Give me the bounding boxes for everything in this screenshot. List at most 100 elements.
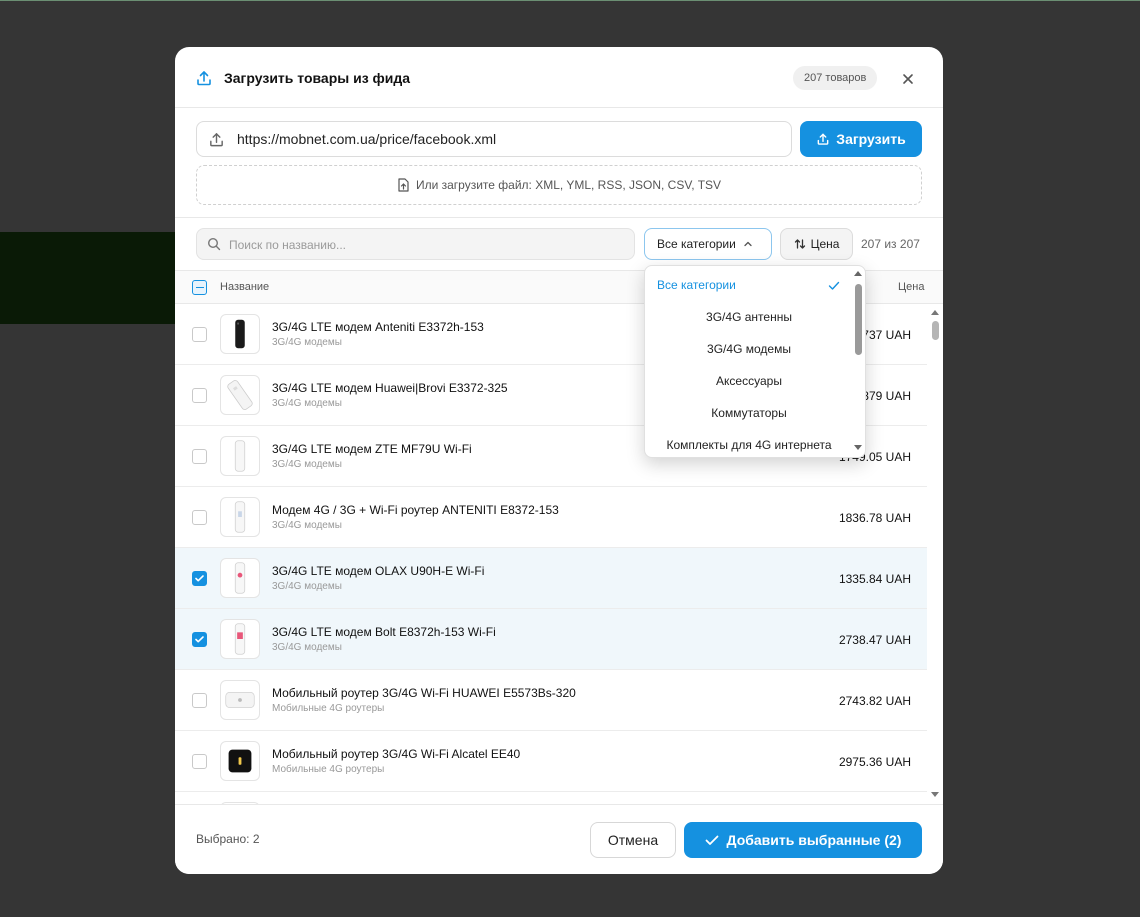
product-category: 3G/4G модемы	[272, 398, 342, 409]
feed-url-value[interactable]: https://mobnet.com.ua/price/facebook.xml	[237, 131, 496, 147]
total-count-badge: 207 товаров	[793, 66, 878, 90]
dropdown-scroll-up-icon[interactable]	[854, 271, 862, 276]
row-checkbox[interactable]	[192, 327, 207, 342]
product-category: Мобильные 4G роутеры	[272, 703, 385, 714]
row-checkbox[interactable]	[192, 632, 207, 647]
category-option-label: Комплекты для 4G интернета	[666, 438, 832, 452]
dropdown-scroll-down-icon[interactable]	[854, 445, 862, 450]
table-row[interactable]: Мобильный роутер 3G/4G Wi-Fi Alcatel EE4…	[175, 731, 927, 792]
feed-url-field[interactable]: https://mobnet.com.ua/price/facebook.xml	[196, 121, 792, 157]
file-drop-zone[interactable]: Или загрузите файл: XML, YML, RSS, JSON,…	[196, 165, 922, 205]
upload-icon	[817, 133, 829, 145]
category-option-switches[interactable]: Коммутаторы	[645, 397, 853, 429]
category-filter-button[interactable]: Все категории	[644, 228, 772, 260]
column-header-name: Название	[220, 281, 270, 293]
product-name: 3G/4G LTE модем OLAX U90H-E Wi-Fi	[272, 564, 485, 578]
upload-icon	[197, 71, 211, 86]
search-icon	[207, 237, 221, 251]
category-dropdown: Все категории 3G/4G антенны 3G/4G модемы…	[644, 265, 866, 458]
modal-header: Загрузить товары из фида 207 товаров	[175, 47, 943, 108]
product-name: 3G/4G LTE модем Anteniti E3372h-153	[272, 320, 484, 334]
product-thumbnail	[220, 680, 260, 720]
category-filter-label: Все категории	[657, 237, 736, 251]
table-row[interactable]: 3G/4G LTE модем Bolt E8372h-153 Wi-Fi 3G…	[175, 609, 927, 670]
price-sort-button[interactable]: Цена	[780, 228, 853, 260]
close-icon[interactable]	[897, 68, 919, 90]
usb-modem-image	[234, 623, 246, 655]
result-count: 207 из 207	[861, 237, 920, 251]
product-name: 3G/4G LTE модем ZTE MF79U Wi-Fi	[272, 442, 472, 456]
product-category: 3G/4G модемы	[272, 642, 342, 653]
product-price: 1836.78 UAH	[838, 511, 911, 525]
column-header-price: Цена	[898, 281, 925, 293]
search-input[interactable]	[229, 235, 619, 255]
product-name: 3G/4G LTE модем Huawei|Brovi E3372-325	[272, 381, 508, 395]
product-thumbnail	[220, 436, 260, 476]
category-option-label: 3G/4G модемы	[707, 342, 791, 356]
product-name: Модем 4G / 3G + Wi-Fi роутер ANTENITI E8…	[272, 503, 559, 517]
file-upload-icon	[398, 178, 409, 192]
import-feed-modal: Загрузить товары из фида 207 товаров htt…	[175, 47, 943, 874]
add-selected-button[interactable]: Добавить выбранные (2)	[684, 822, 922, 858]
checkmark-icon	[828, 281, 840, 290]
background-edge	[0, 0, 1140, 1]
row-checkbox[interactable]	[192, 571, 207, 586]
background-panel	[0, 232, 180, 324]
file-hint: Или загрузите файл: XML, YML, RSS, JSON,…	[415, 178, 722, 192]
add-selected-label: Добавить выбранные (2)	[726, 832, 902, 848]
divider	[175, 217, 943, 218]
modal-title: Загрузить товары из фида	[224, 70, 411, 86]
mobile-router-image	[225, 692, 255, 708]
product-thumbnail	[220, 375, 260, 415]
scrollbar-thumb[interactable]	[932, 321, 939, 340]
usb-modem-image	[234, 562, 246, 594]
product-category: Мобильные 4G роутеры	[272, 764, 385, 775]
usb-modem-image	[227, 380, 253, 410]
load-button[interactable]: Загрузить	[800, 121, 922, 157]
table-row[interactable]: Модем 4G / 3G + Wi-Fi роутер ANTENITI E8…	[175, 487, 927, 548]
table-row[interactable]: Мобильный роутер 3G/4G Wi-Fi HUAWEI E557…	[175, 670, 927, 731]
category-option-label: 3G/4G антенны	[706, 310, 792, 324]
table-row[interactable]: 3G/4G LTE модем OLAX U90H-E Wi-Fi 3G/4G …	[175, 548, 927, 609]
price-sort-label: Цена	[810, 237, 840, 251]
checkmark-icon	[195, 575, 204, 582]
product-category: 3G/4G модемы	[272, 459, 342, 470]
modal-footer: Выбрано: 2 Отмена Добавить выбранные (2)	[175, 804, 943, 874]
cancel-button[interactable]: Отмена	[590, 822, 676, 858]
dropdown-scrollbar-thumb[interactable]	[855, 284, 862, 355]
usb-modem-image	[235, 319, 245, 349]
row-checkbox[interactable]	[192, 449, 207, 464]
category-option-all[interactable]: Все категории	[645, 269, 853, 301]
product-thumbnail	[220, 558, 260, 598]
checkmark-icon	[705, 835, 718, 845]
category-option-modems[interactable]: 3G/4G модемы	[645, 333, 853, 365]
product-thumbnail	[220, 314, 260, 354]
product-category: 3G/4G модемы	[272, 581, 342, 592]
scroll-up-icon[interactable]	[931, 310, 939, 315]
category-option-label: Аксессуары	[716, 374, 782, 388]
chevron-up-icon	[744, 241, 752, 247]
select-all-checkbox[interactable]	[192, 280, 207, 295]
product-name: Мобильный роутер 3G/4G Wi-Fi Alcatel EE4…	[272, 747, 521, 761]
row-checkbox[interactable]	[192, 754, 207, 769]
product-thumbnail	[220, 497, 260, 537]
sort-icon	[794, 239, 805, 249]
category-option-4g-kits[interactable]: Комплекты для 4G интернета	[645, 429, 853, 457]
list-scrollbar[interactable]	[927, 304, 943, 804]
checkmark-icon	[195, 636, 204, 643]
category-option-antennas[interactable]: 3G/4G антенны	[645, 301, 853, 333]
search-box[interactable]	[196, 228, 635, 260]
scroll-down-icon[interactable]	[931, 792, 939, 797]
row-checkbox[interactable]	[192, 388, 207, 403]
table-row[interactable]	[175, 792, 927, 804]
mobile-router-image	[228, 749, 252, 773]
product-price: 2743.82 UAH	[838, 694, 911, 708]
category-option-label: Все категории	[657, 278, 736, 292]
row-checkbox[interactable]	[192, 510, 207, 525]
selected-count: Выбрано: 2	[196, 832, 260, 846]
row-checkbox[interactable]	[192, 693, 207, 708]
category-option-accessories[interactable]: Аксессуары	[645, 365, 853, 397]
load-button-label: Загрузить	[836, 131, 906, 147]
product-category: 3G/4G модемы	[272, 520, 342, 531]
product-name: Мобильный роутер 3G/4G Wi-Fi HUAWEI E557…	[272, 686, 576, 700]
